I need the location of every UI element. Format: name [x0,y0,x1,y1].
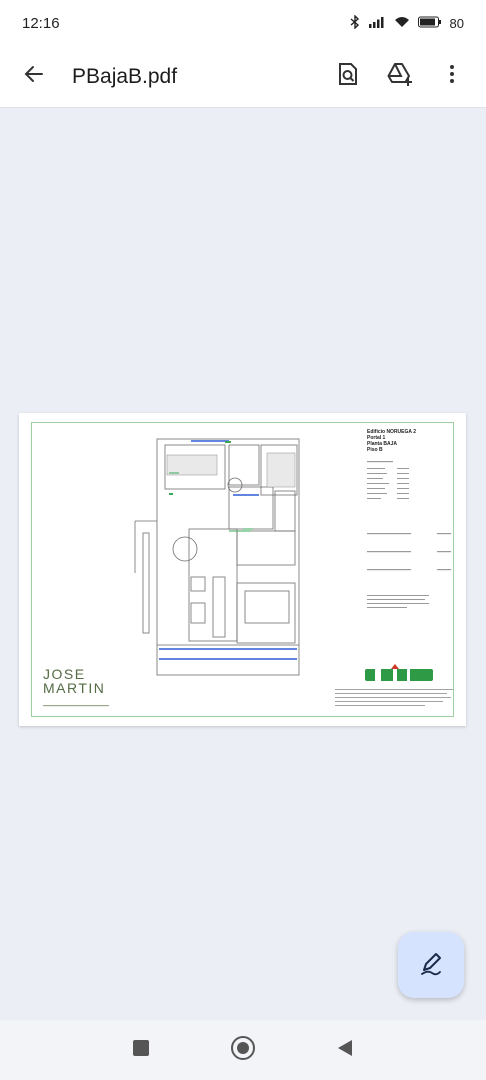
system-back-button[interactable] [325,1030,365,1070]
bluetooth-icon [350,13,360,32]
recents-button[interactable] [121,1030,161,1070]
recents-square-icon [132,1039,150,1062]
legal-text-block [335,689,453,706]
dining-table [172,536,198,562]
battery-percent: 80 [449,15,464,31]
status-icons: 80 [350,13,464,32]
developer-badge [365,664,433,681]
home-button[interactable] [223,1030,263,1070]
battery-icon [417,16,442,31]
more-options-button[interactable] [432,57,472,97]
add-to-drive-button[interactable] [380,57,420,97]
surface-table [367,461,451,608]
pdf-viewer[interactable]: Edificio NORUEGA 2 Portal 1 Planta BAJA … [0,108,486,1020]
signal-icon [368,16,386,31]
status-time: 12:16 [22,14,60,32]
search-document-icon [337,62,359,91]
plan-info-panel: Edificio NORUEGA 2 Portal 1 Planta BAJA … [367,429,457,645]
find-in-document-button[interactable] [328,57,368,97]
home-circle-icon [230,1035,256,1066]
annotate-fab[interactable] [398,932,464,998]
back-button[interactable] [14,57,54,97]
logo-tagline [43,705,109,707]
status-bar: 12:16 80 [0,0,486,46]
more-vert-icon [449,64,455,89]
pdf-page[interactable]: Edificio NORUEGA 2 Portal 1 Planta BAJA … [19,413,466,726]
floor-plan [134,438,300,676]
back-arrow-icon [22,62,46,91]
logo-line-1: JOSE [43,666,86,682]
app-bar: PBajaB.pdf [0,46,486,108]
company-logo: JOSE MARTIN [43,667,123,713]
system-nav-bar [0,1020,486,1080]
drive-add-icon [387,62,413,91]
wifi-icon [394,16,410,31]
back-triangle-icon [336,1038,354,1063]
logo-line-2: MARTIN [43,680,106,696]
document-title: PBajaB.pdf [72,64,178,88]
edit-pen-icon [418,950,444,981]
